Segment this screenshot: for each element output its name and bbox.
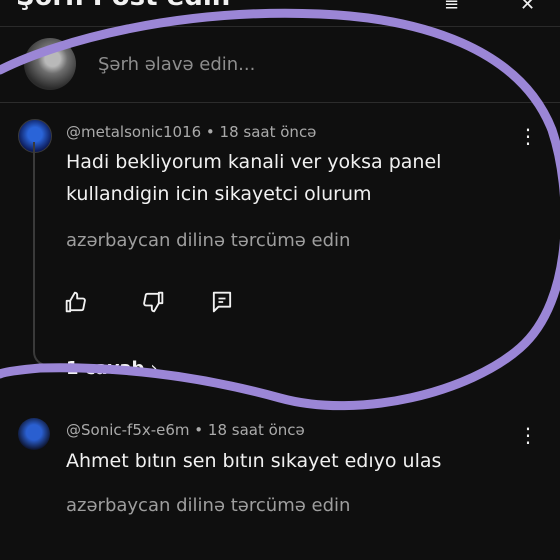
dislike-icon[interactable] — [139, 288, 167, 316]
comment-text-line: Ahmet bıtın sen bıtın sıkayet edıyo ulas — [66, 450, 442, 472]
like-icon[interactable] — [62, 288, 90, 316]
translate-link[interactable]: azərbaycan dilinə tərcümə edin — [66, 230, 350, 251]
thread-line — [33, 142, 63, 366]
comment-text-line: Hadi bekliyorum kanali ver yoksa panel — [66, 151, 442, 173]
comment-text-line: kullandigin icin sikayetci olurum — [66, 183, 372, 205]
replies-toggle[interactable]: 1 cavab › — [66, 358, 158, 379]
more-options-icon[interactable]: ⋮ — [518, 423, 538, 447]
more-options-icon[interactable]: ⋮ — [518, 124, 538, 148]
translate-link[interactable]: azərbaycan dilinə tərcümə edin — [66, 495, 350, 516]
close-icon[interactable]: ✕ — [520, 0, 535, 15]
comment-meta: @metalsonic1016 • 18 saat öncə — [66, 123, 317, 141]
replies-count: 1 cavab — [66, 358, 145, 379]
chevron-right-icon: › — [150, 358, 158, 379]
page-title: Şərh Post edin — [16, 0, 230, 12]
reply-icon[interactable] — [208, 288, 236, 316]
comment-composer[interactable]: Şərh əlavə edin... — [0, 26, 560, 103]
commenter-avatar[interactable] — [18, 418, 50, 450]
comment-meta: @Sonic-f5x-e6m • 18 saat öncə — [66, 421, 305, 439]
comment-input[interactable]: Şərh əlavə edin... — [98, 54, 255, 75]
top-bar: Şərh Post edin ≡ ✕ — [0, 0, 560, 27]
comment-text: Ahmet bıtın sen bıtın sıkayet edıyo ulas — [66, 445, 506, 477]
comment-item: @metalsonic1016 • 18 saat öncə ⋮ Hadi be… — [0, 102, 560, 392]
comment-text: Hadi bekliyorum kanali ver yoksa panel k… — [66, 146, 506, 210]
sort-icon[interactable]: ≡ — [444, 0, 459, 15]
comment-item: @Sonic-f5x-e6m • 18 saat öncə ⋮ Ahmet bı… — [0, 408, 560, 560]
user-avatar — [24, 38, 76, 90]
